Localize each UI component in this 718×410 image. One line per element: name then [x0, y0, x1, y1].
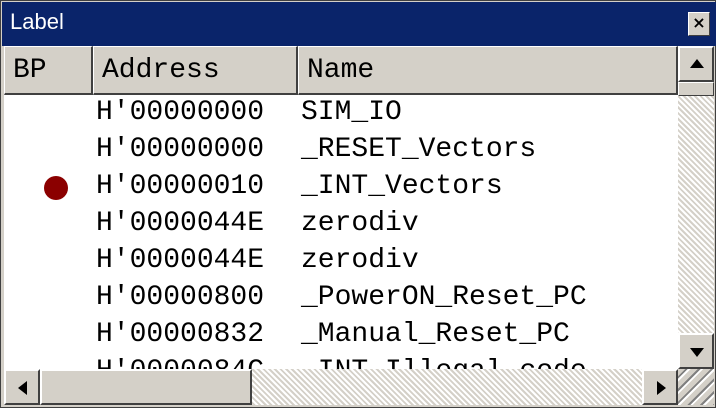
scroll-down-button[interactable] — [678, 333, 714, 369]
row-address: H'00000010 — [96, 171, 265, 202]
breakpoint-cell[interactable] — [4, 206, 93, 243]
breakpoint-cell[interactable] — [4, 280, 93, 317]
label-row[interactable]: H'00000000 _RESET_Vectors — [4, 132, 678, 169]
close-icon: × — [692, 13, 706, 32]
title-bar[interactable]: Label × — [2, 2, 716, 46]
label-row[interactable]: H'0000044E zerodiv — [4, 206, 678, 243]
column-header-address[interactable]: Address — [93, 46, 298, 95]
label-row[interactable]: H'00000010 _INT_Vectors — [4, 169, 678, 206]
row-address: H'0000044E — [96, 208, 265, 239]
scroll-right-button[interactable] — [642, 369, 678, 405]
breakpoint-cell[interactable] — [4, 354, 93, 369]
breakpoint-dot-icon — [44, 176, 68, 200]
row-address: H'00000832 — [96, 319, 265, 350]
row-name: _RESET_Vectors — [301, 134, 537, 165]
scroll-up-button[interactable] — [678, 46, 714, 82]
label-row[interactable]: H'0000084C _INT_Illegal_code — [4, 354, 678, 369]
row-address: H'00000000 — [96, 97, 265, 128]
horizontal-scroll-thumb[interactable] — [40, 369, 252, 405]
label-list[interactable]: H'00000000 SIM_IO H'00000000 _RESET_Vectors… — [4, 95, 678, 369]
breakpoint-cell[interactable] — [4, 243, 93, 280]
row-name: _PowerON_Reset_PC — [301, 282, 587, 313]
row-name: zerodiv — [301, 245, 419, 276]
row-address: H'0000044E — [96, 245, 265, 276]
column-header-name[interactable]: Name — [298, 46, 678, 95]
row-name: _INT_Illegal_code — [301, 356, 587, 369]
row-address: H'0000084C — [96, 356, 264, 369]
row-name: _Manual_Reset_PC — [301, 319, 570, 350]
row-name: zerodiv — [301, 208, 419, 239]
row-address: H'00000800 — [96, 282, 265, 313]
window-title: Label — [10, 9, 64, 34]
arrow-down-icon — [690, 348, 704, 357]
horizontal-scrollbar[interactable] — [4, 369, 678, 405]
close-button[interactable]: × — [688, 12, 710, 36]
breakpoint-cell[interactable] — [4, 169, 93, 206]
vertical-scrollbar[interactable] — [678, 46, 714, 369]
breakpoint-cell[interactable] — [4, 317, 93, 354]
scroll-left-button[interactable] — [4, 369, 40, 405]
label-row[interactable]: H'00000000 SIM_IO — [4, 95, 678, 132]
label-row[interactable]: H'00000832 _Manual_Reset_PC — [4, 317, 678, 354]
label-window: Label × BP Address Name H'00000000 SIM_IO… — [0, 0, 716, 408]
row-address: H'00000000 — [96, 134, 265, 165]
vertical-scroll-thumb[interactable] — [678, 82, 714, 96]
breakpoint-cell[interactable] — [4, 95, 93, 132]
label-row[interactable]: H'00000800 _PowerON_Reset_PC — [4, 280, 678, 317]
arrow-right-icon — [657, 381, 666, 395]
column-header-bp[interactable]: BP — [4, 46, 93, 95]
column-header: BP Address Name — [4, 46, 678, 95]
arrow-up-icon — [690, 59, 704, 68]
row-name: SIM_IO — [301, 97, 402, 128]
resize-grip-icon[interactable] — [678, 369, 714, 405]
arrow-left-icon — [18, 381, 27, 395]
breakpoint-cell[interactable] — [4, 132, 93, 169]
row-name: _INT_Vectors — [301, 171, 503, 202]
label-row[interactable]: H'0000044E zerodiv — [4, 243, 678, 280]
